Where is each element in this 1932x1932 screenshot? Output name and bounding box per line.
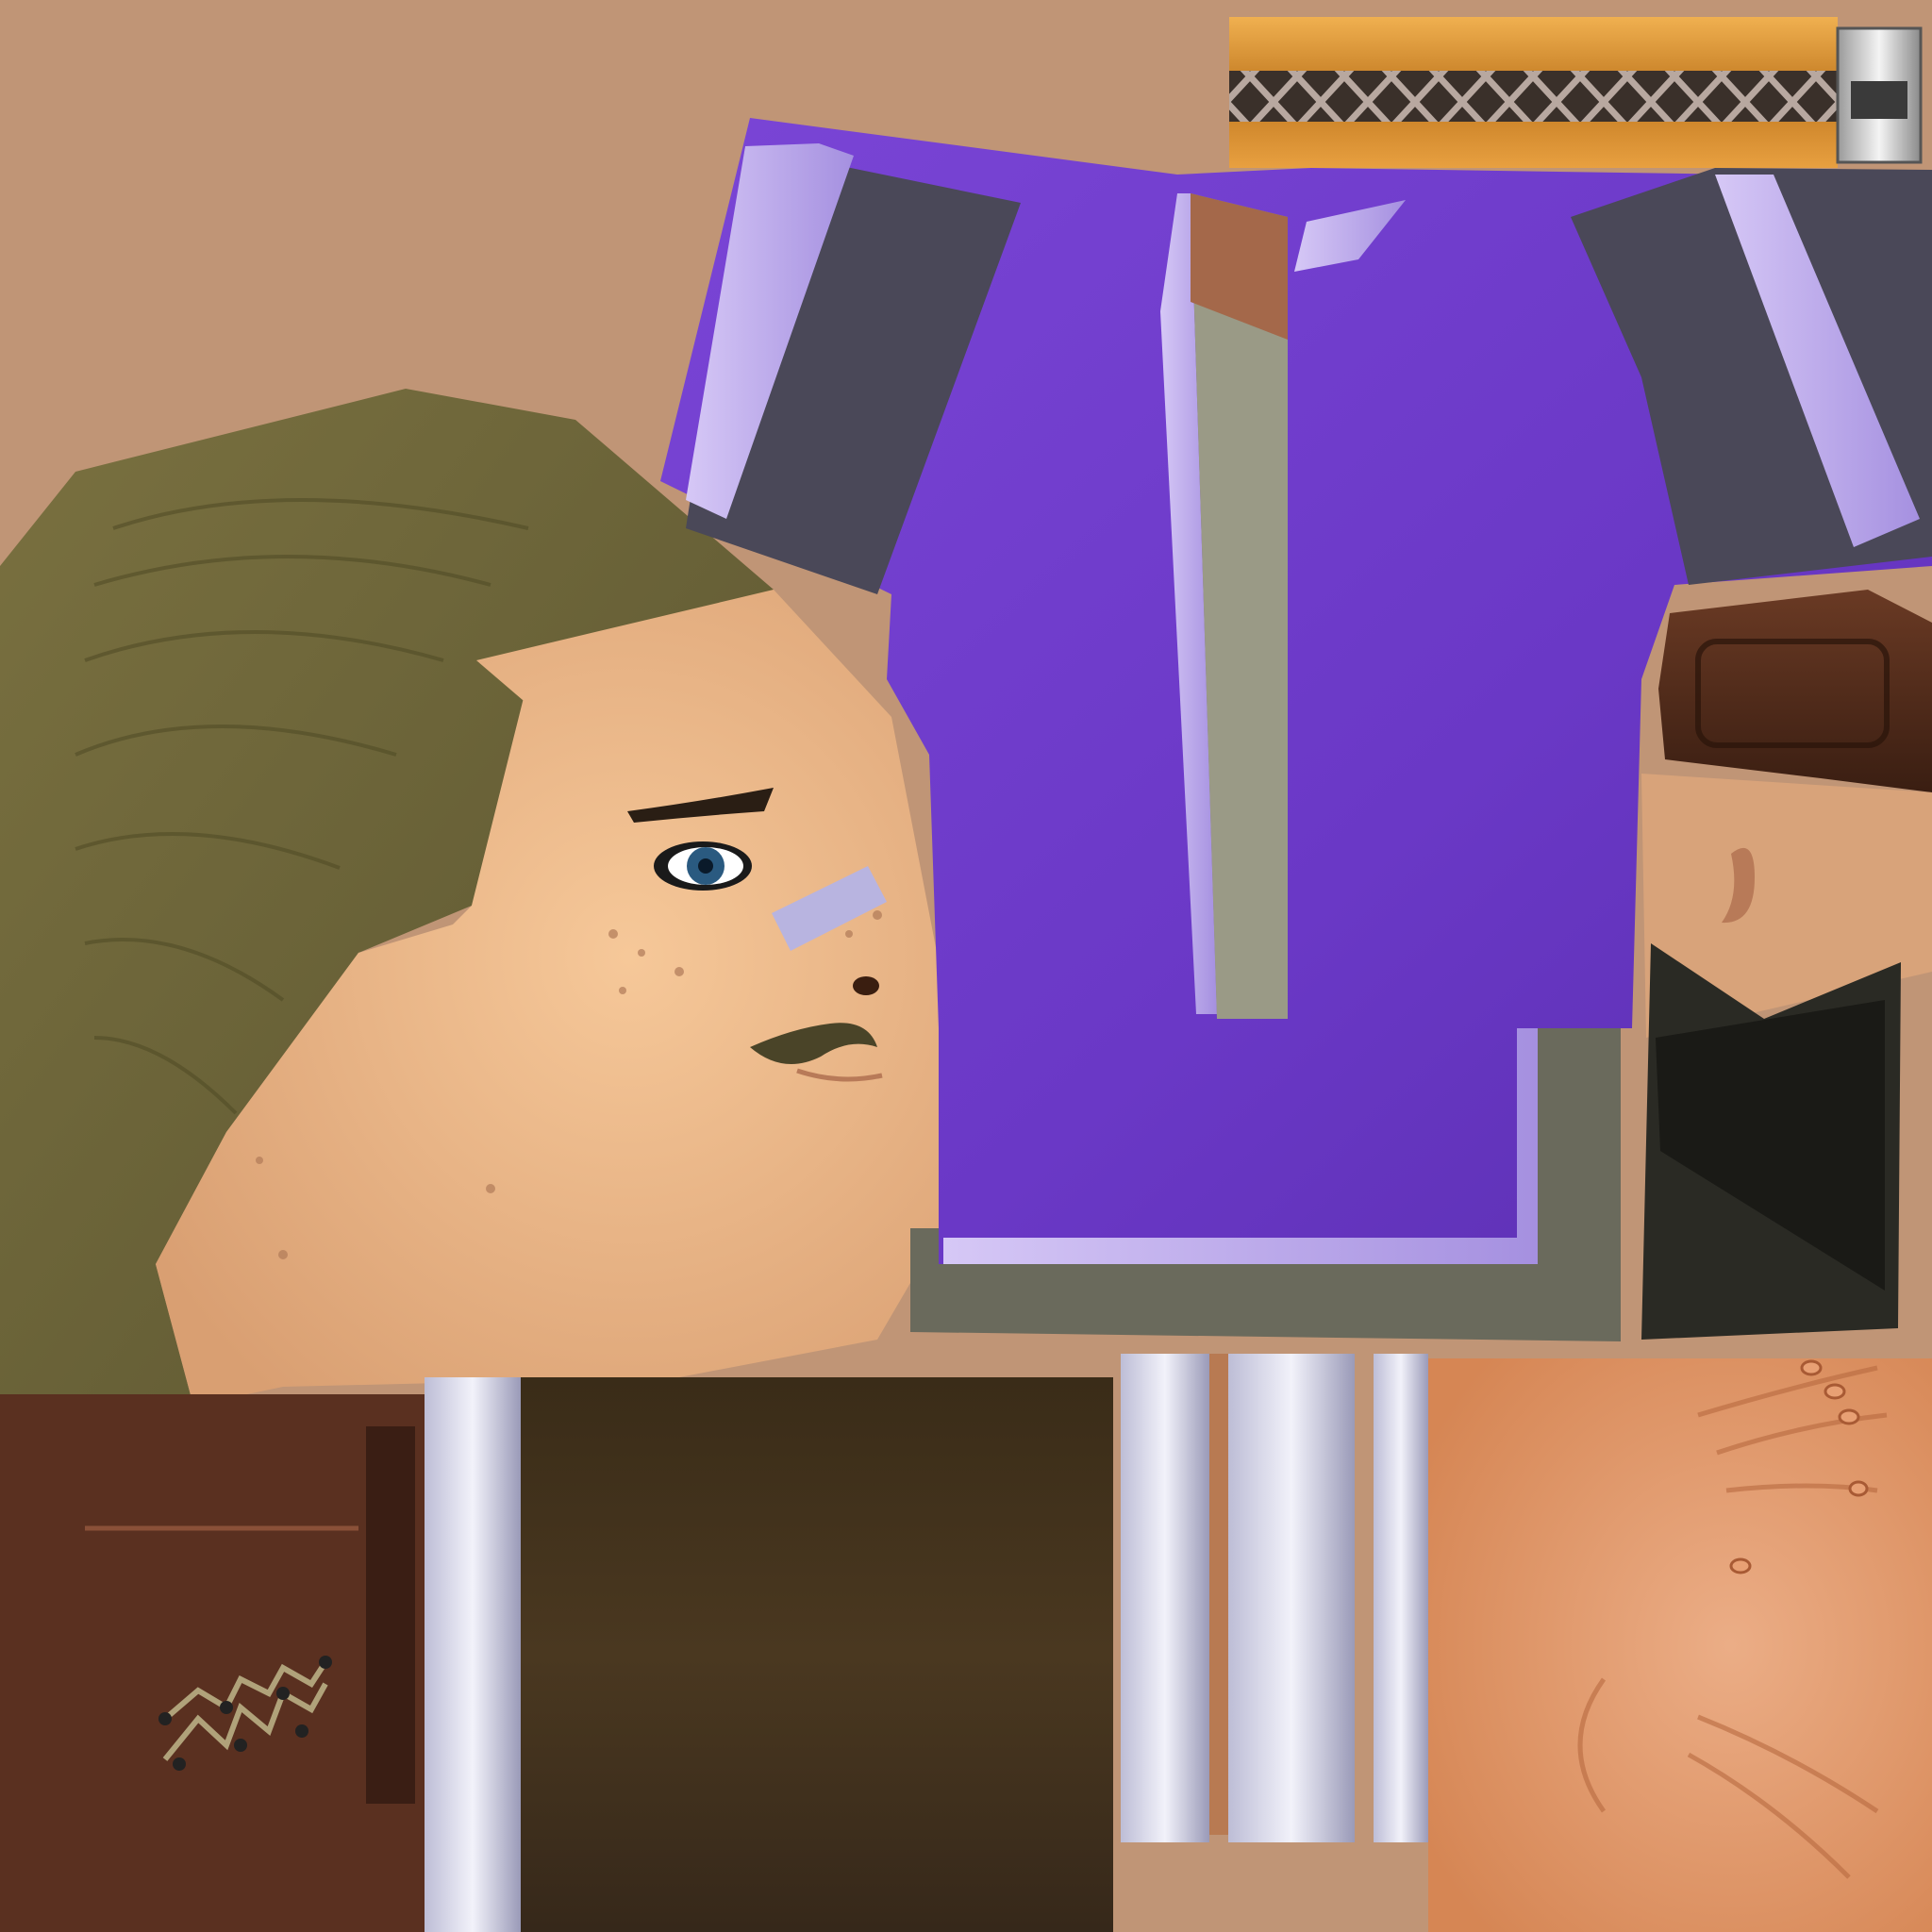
- hand-icon: [1428, 1358, 1932, 1932]
- silver-strip-left: [425, 1377, 521, 1932]
- metal-strip-icon: [1121, 1354, 1209, 1842]
- belt-strip: [1229, 17, 1923, 168]
- nostril-icon: [853, 976, 879, 995]
- cloth-panel-icon: [521, 1377, 1113, 1932]
- texture-atlas: [0, 0, 1932, 1932]
- leather-laced: [0, 1394, 425, 1932]
- silver-strips: [1121, 1354, 1428, 1842]
